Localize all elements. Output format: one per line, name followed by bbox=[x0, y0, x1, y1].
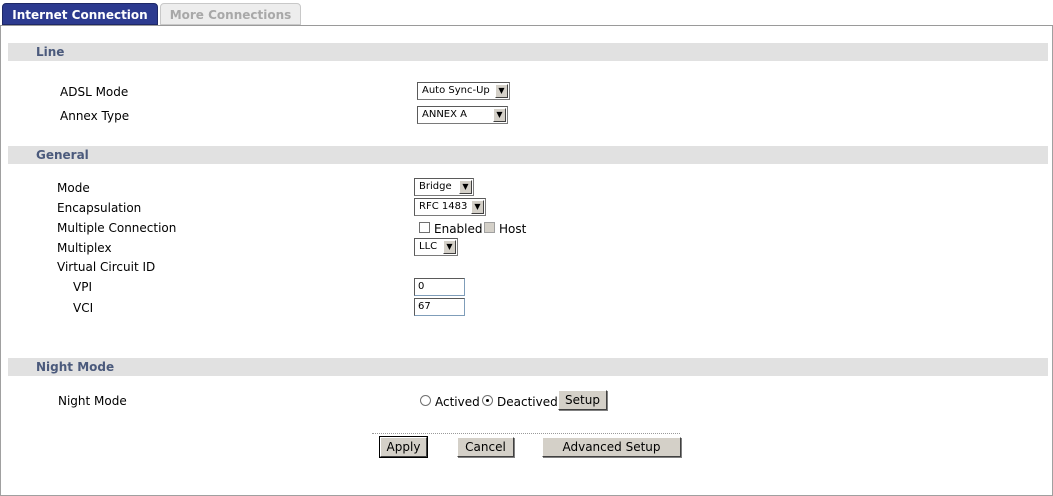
annex-type-select[interactable]: ANNEX A ▼ bbox=[417, 106, 508, 124]
mode-select[interactable]: Bridge ▼ bbox=[414, 178, 474, 196]
cancel-button[interactable]: Cancel bbox=[457, 437, 514, 457]
setup-button[interactable]: Setup bbox=[558, 390, 607, 410]
night-mode-label: Night Mode bbox=[58, 394, 127, 408]
section-header-line: Line bbox=[8, 43, 1048, 61]
settings-panel bbox=[0, 26, 1053, 496]
chevron-down-icon: ▼ bbox=[443, 240, 456, 254]
vci-input[interactable]: 67 bbox=[414, 298, 465, 316]
tab-bar: Internet Connection More Connections bbox=[0, 0, 1053, 26]
vci-label: VCI bbox=[73, 301, 94, 315]
tab-internet-connection[interactable]: Internet Connection bbox=[2, 3, 158, 25]
adsl-mode-value: Auto Sync-Up bbox=[422, 85, 490, 96]
host-checkbox[interactable] bbox=[484, 222, 495, 233]
section-header-general: General bbox=[8, 146, 1048, 164]
adsl-mode-label: ADSL Mode bbox=[60, 85, 129, 99]
chevron-down-icon: ▼ bbox=[493, 108, 506, 122]
multiplex-value: LLC bbox=[419, 241, 438, 252]
chevron-down-icon: ▼ bbox=[495, 84, 508, 98]
encapsulation-select[interactable]: RFC 1483 ▼ bbox=[414, 198, 486, 216]
mode-value: Bridge bbox=[419, 181, 452, 192]
adsl-mode-select[interactable]: Auto Sync-Up ▼ bbox=[417, 82, 510, 100]
multiplex-select[interactable]: LLC ▼ bbox=[414, 238, 458, 256]
deactived-label: Deactived bbox=[497, 395, 558, 409]
annex-type-label: Annex Type bbox=[60, 109, 130, 123]
virtual-circuit-id-label: Virtual Circuit ID bbox=[57, 260, 156, 274]
chevron-down-icon: ▼ bbox=[459, 180, 472, 194]
enabled-label: Enabled bbox=[434, 222, 483, 236]
encapsulation-value: RFC 1483 bbox=[419, 201, 468, 212]
multiple-connection-label: Multiple Connection bbox=[57, 221, 177, 235]
mode-label: Mode bbox=[57, 181, 90, 195]
section-header-night-mode: Night Mode bbox=[8, 358, 1048, 376]
encapsulation-label: Encapsulation bbox=[57, 201, 142, 215]
multiplex-label: Multiplex bbox=[57, 241, 112, 255]
enabled-checkbox[interactable] bbox=[419, 222, 430, 233]
host-label: Host bbox=[499, 222, 527, 236]
tab-more-connections[interactable]: More Connections bbox=[160, 3, 301, 25]
annex-type-value: ANNEX A bbox=[422, 109, 467, 120]
vpi-label: VPI bbox=[73, 280, 92, 294]
divider bbox=[372, 433, 680, 434]
chevron-down-icon: ▼ bbox=[471, 200, 484, 214]
vpi-input[interactable]: 0 bbox=[414, 278, 465, 296]
deactived-radio[interactable] bbox=[482, 395, 493, 406]
advanced-setup-button[interactable]: Advanced Setup bbox=[542, 437, 681, 457]
actived-label: Actived bbox=[435, 395, 480, 409]
actived-radio[interactable] bbox=[420, 395, 431, 406]
apply-button[interactable]: Apply bbox=[379, 436, 428, 458]
